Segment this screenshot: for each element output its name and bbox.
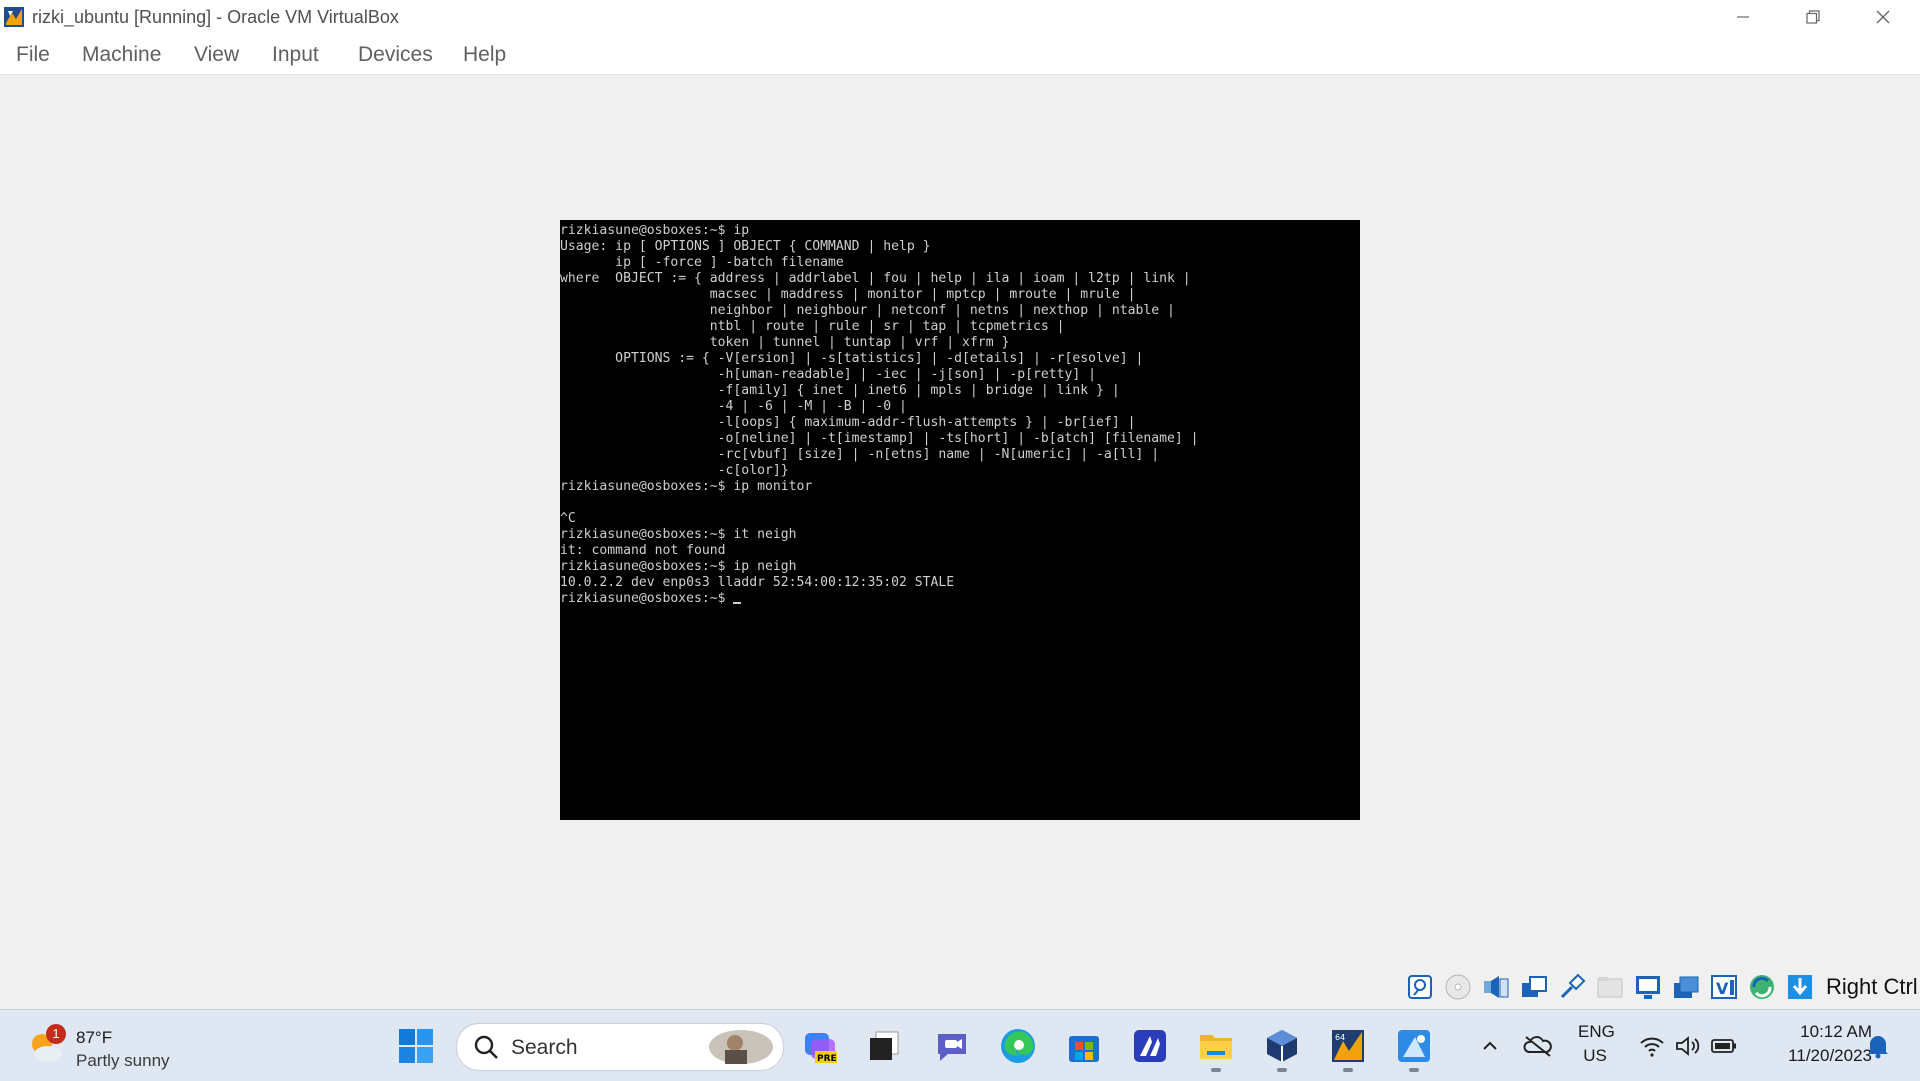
virtualbox-vm-icon[interactable]: 64 — [1328, 1026, 1368, 1066]
console-line: -f[amily] { inet | inet6 | mpls | bridge… — [560, 383, 1120, 398]
guest-additions-icon[interactable]: V — [1708, 972, 1739, 1003]
vm-display-area: rizkiasune@osboxes:~$ ip Usage: ip [ OPT… — [0, 75, 1920, 1005]
menu-file[interactable]: File — [16, 43, 50, 67]
console-line: -rc[vbuf] [size] | -n[etns] name | -N[um… — [560, 447, 1160, 462]
console-line: rizkiasune@osboxes:~$ ip monitor — [560, 479, 813, 494]
shared-folders-icon[interactable] — [1594, 972, 1625, 1003]
menu-bar: File Machine View Input Devices Help — [0, 34, 1920, 75]
search-highlight-icon — [709, 1030, 773, 1064]
menu-view[interactable]: View — [194, 43, 239, 67]
console-line: OPTIONS := { -V[ersion] | -s[tatistics] … — [560, 351, 1144, 366]
close-button[interactable] — [1848, 0, 1918, 34]
vm-console[interactable]: rizkiasune@osboxes:~$ ip Usage: ip [ OPT… — [560, 220, 1360, 820]
optical-drive-icon[interactable] — [1442, 972, 1473, 1003]
file-explorer-icon[interactable] — [1196, 1026, 1236, 1066]
running-indicator — [1343, 1068, 1353, 1072]
menu-help[interactable]: Help — [463, 43, 506, 67]
console-line: rizkiasune@osboxes:~$ ip neigh — [560, 559, 797, 574]
weather-temp: 87°F — [76, 1028, 113, 1047]
dev-app-icon[interactable] — [1130, 1026, 1170, 1066]
copilot-pre-icon[interactable]: PRE — [800, 1026, 840, 1066]
recording-icon[interactable] — [1670, 972, 1701, 1003]
wifi-icon[interactable] — [1632, 1026, 1672, 1066]
window-title: rizki_ubuntu [Running] - Oracle VM Virtu… — [32, 7, 399, 27]
menu-devices[interactable]: Devices — [358, 43, 433, 67]
clock-date[interactable]: 11/20/2023 — [1752, 1046, 1872, 1066]
minimize-button[interactable] — [1708, 0, 1778, 34]
clock-time[interactable]: 10:12 AM — [1752, 1022, 1872, 1042]
volume-icon[interactable] — [1668, 1026, 1708, 1066]
battery-icon[interactable] — [1704, 1026, 1744, 1066]
usb-icon[interactable] — [1556, 972, 1587, 1003]
taskbar: 1 87°F Partly sunny Search PRE 64 ENG US… — [0, 1009, 1920, 1081]
restore-button[interactable] — [1778, 0, 1848, 34]
show-hidden-icons-chevron-icon[interactable] — [1470, 1026, 1510, 1066]
host-key-label: Right Ctrl — [1826, 974, 1918, 999]
start-button[interactable] — [396, 1026, 436, 1066]
windows-logo-icon — [399, 1029, 433, 1063]
console-line: macsec | maddress | monitor | mptcp | mr… — [560, 287, 1136, 302]
console-line: it: command not found — [560, 543, 726, 558]
audio-icon[interactable] — [1480, 972, 1511, 1003]
svg-text:64: 64 — [1335, 1033, 1345, 1042]
menu-machine[interactable]: Machine — [82, 43, 161, 67]
keyboard-capture-icon[interactable] — [1784, 972, 1815, 1003]
notification-bell-icon[interactable] — [1858, 1026, 1898, 1066]
title-bar: rizki_ubuntu [Running] - Oracle VM Virtu… — [0, 0, 1920, 34]
console-line: -4 | -6 | -M | -B | -0 | — [560, 399, 907, 414]
console-line: Usage: ip [ OPTIONS ] OBJECT { COMMAND |… — [560, 239, 931, 254]
svg-text:PRE: PRE — [817, 1054, 837, 1064]
console-line: -l[oops] { maximum-addr-flush-attempts }… — [560, 415, 1136, 430]
onedrive-offline-icon[interactable] — [1518, 1026, 1558, 1066]
running-indicator — [1409, 1068, 1419, 1072]
console-line: token | tunnel | tuntap | vrf | xfrm } — [560, 335, 1010, 350]
running-indicator — [1277, 1068, 1287, 1072]
mouse-integration-icon[interactable] — [1746, 972, 1777, 1003]
vm-status-bar: V Right Ctrl — [1404, 968, 1918, 1006]
virtualbox-icon — [2, 5, 26, 29]
console-line: ^C — [560, 511, 576, 526]
virtualbox-manager-icon[interactable] — [1262, 1026, 1302, 1066]
running-indicator — [1211, 1068, 1221, 1072]
console-line: -c[olor]} — [560, 463, 789, 478]
chat-icon[interactable] — [932, 1026, 972, 1066]
language-indicator[interactable]: ENG — [1578, 1022, 1615, 1042]
text-cursor — [733, 602, 742, 604]
search-label: Search — [511, 1036, 578, 1059]
display-icon[interactable] — [1632, 972, 1663, 1003]
weather-widget[interactable]: 1 87°F Partly sunny — [26, 1024, 186, 1070]
console-line: rizkiasune@osboxes:~$ it neigh — [560, 527, 797, 542]
store-icon[interactable] — [1064, 1026, 1104, 1066]
console-line: ntbl | route | rule | sr | tap | tcpmetr… — [560, 319, 1065, 334]
paint-app-icon[interactable] — [1394, 1026, 1434, 1066]
weather-condition: Partly sunny — [76, 1051, 170, 1070]
hard-disk-icon[interactable] — [1404, 972, 1435, 1003]
notification-badge: 1 — [46, 1024, 66, 1044]
console-line: neighbor | neighbour | netconf | netns |… — [560, 303, 1175, 318]
region-indicator[interactable]: US — [1578, 1046, 1612, 1066]
task-view-icon[interactable] — [864, 1026, 904, 1066]
console-line: where OBJECT := { address | addrlabel | … — [560, 271, 1191, 286]
console-output: rizkiasune@osboxes:~$ ip Usage: ip [ OPT… — [560, 220, 1360, 607]
network-icon[interactable] — [1518, 972, 1549, 1003]
svg-text:V: V — [1716, 979, 1729, 998]
console-line: -o[neline] | -t[imestamp] | -ts[hort] | … — [560, 431, 1199, 446]
edge-icon[interactable] — [998, 1026, 1038, 1066]
console-line: 10.0.2.2 dev enp0s3 lladdr 52:54:00:12:3… — [560, 575, 955, 590]
console-line: rizkiasune@osboxes:~$ ip — [560, 223, 750, 238]
menu-input[interactable]: Input — [272, 43, 319, 67]
search-icon — [474, 1035, 498, 1059]
console-line: ip [ -force ] -batch filename — [560, 255, 844, 270]
console-prompt: rizkiasune@osboxes:~$ — [560, 591, 734, 606]
search-box[interactable]: Search — [456, 1023, 784, 1071]
console-line: -h[uman-readable] | -iec | -j[son] | -p[… — [560, 367, 1097, 382]
